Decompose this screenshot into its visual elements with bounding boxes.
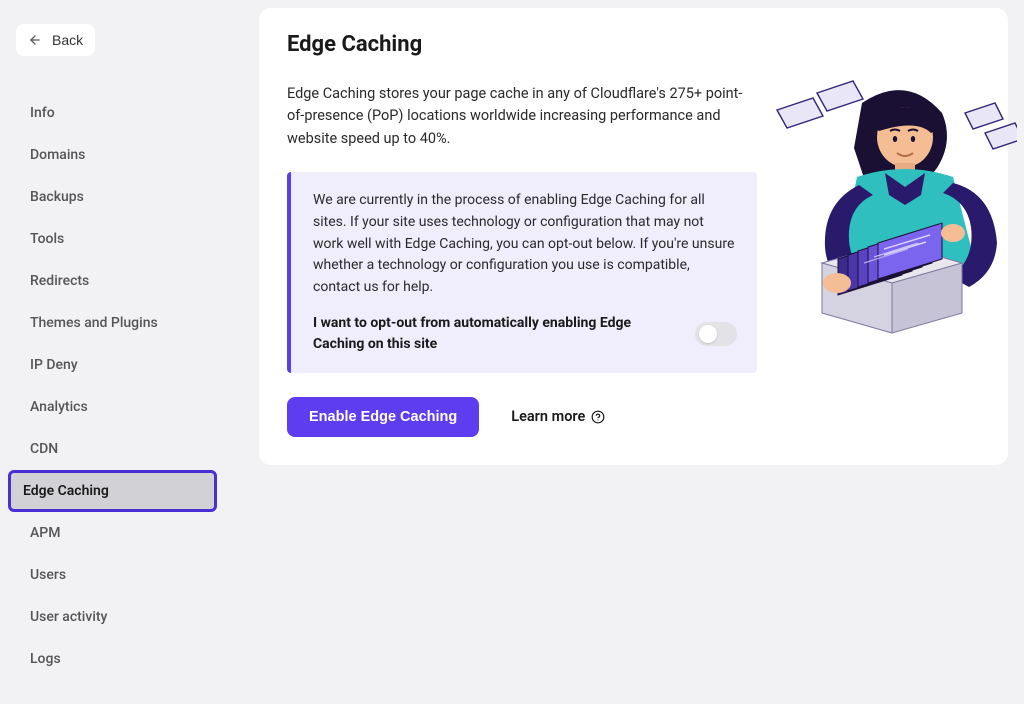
sidebar-item-backups[interactable]: Backups <box>16 176 219 218</box>
sidebar-item-info[interactable]: Info <box>16 92 219 134</box>
learn-more-link[interactable]: Learn more <box>511 408 605 425</box>
sidebar-item-user-activity[interactable]: User activity <box>16 596 219 638</box>
toggle-knob <box>699 325 717 343</box>
sidebar-item-ip-deny[interactable]: IP Deny <box>16 344 219 386</box>
help-circle-icon <box>591 410 605 424</box>
sidebar-item-label: Themes and Plugins <box>30 315 158 331</box>
sidebar-item-label: Edge Caching <box>23 483 109 499</box>
sidebar-item-label: Info <box>30 105 55 121</box>
sidebar-item-label: Analytics <box>30 399 88 415</box>
sidebar-item-label: CDN <box>30 441 58 457</box>
sidebar-item-apm[interactable]: APM <box>16 512 219 554</box>
enable-edge-caching-button[interactable]: Enable Edge Caching <box>287 397 479 437</box>
sidebar-item-tools[interactable]: Tools <box>16 218 219 260</box>
sidebar-item-label: Users <box>30 567 66 583</box>
edge-caching-card: Edge Caching Edge Caching stores your pa… <box>259 8 1008 465</box>
back-button[interactable]: Back <box>16 24 95 56</box>
sidebar-item-label: Domains <box>30 147 85 163</box>
sidebar-item-logs[interactable]: Logs <box>16 638 219 680</box>
notice-box: We are currently in the process of enabl… <box>287 172 757 372</box>
sidebar-item-cdn[interactable]: CDN <box>16 428 219 470</box>
sidebar-item-label: Logs <box>30 651 61 667</box>
sidebar-item-label: User activity <box>30 609 107 625</box>
sidebar-item-label: Tools <box>30 231 64 247</box>
notice-text: We are currently in the process of enabl… <box>313 190 737 298</box>
main-content: Edge Caching Edge Caching stores your pa… <box>235 0 1024 704</box>
sidebar-item-themes-plugins[interactable]: Themes and Plugins <box>16 302 219 344</box>
page-description: Edge Caching stores your page cache in a… <box>287 83 757 150</box>
sidebar-item-label: Redirects <box>30 273 89 289</box>
sidebar-item-label: Backups <box>30 189 84 205</box>
sidebar-item-label: APM <box>30 525 60 541</box>
sidebar-item-domains[interactable]: Domains <box>16 134 219 176</box>
illustration-column <box>777 83 980 437</box>
sidebar-item-analytics[interactable]: Analytics <box>16 386 219 428</box>
sidebar-item-edge-caching[interactable]: Edge Caching <box>8 470 217 512</box>
optout-label: I want to opt-out from automatically ena… <box>313 313 679 355</box>
sidebar-item-users[interactable]: Users <box>16 554 219 596</box>
sidebar-nav: Info Domains Backups Tools Redirects The… <box>16 92 235 680</box>
learn-more-label: Learn more <box>511 408 585 425</box>
sidebar-item-label: IP Deny <box>30 357 78 373</box>
optout-toggle[interactable] <box>695 322 737 346</box>
sidebar-item-redirects[interactable]: Redirects <box>16 260 219 302</box>
back-button-label: Back <box>52 32 83 48</box>
arrow-left-icon <box>28 33 42 47</box>
sidebar: Back Info Domains Backups Tools Redirect… <box>0 0 235 704</box>
illustration-person-files-icon <box>767 73 1017 347</box>
page-title: Edge Caching <box>287 32 980 57</box>
